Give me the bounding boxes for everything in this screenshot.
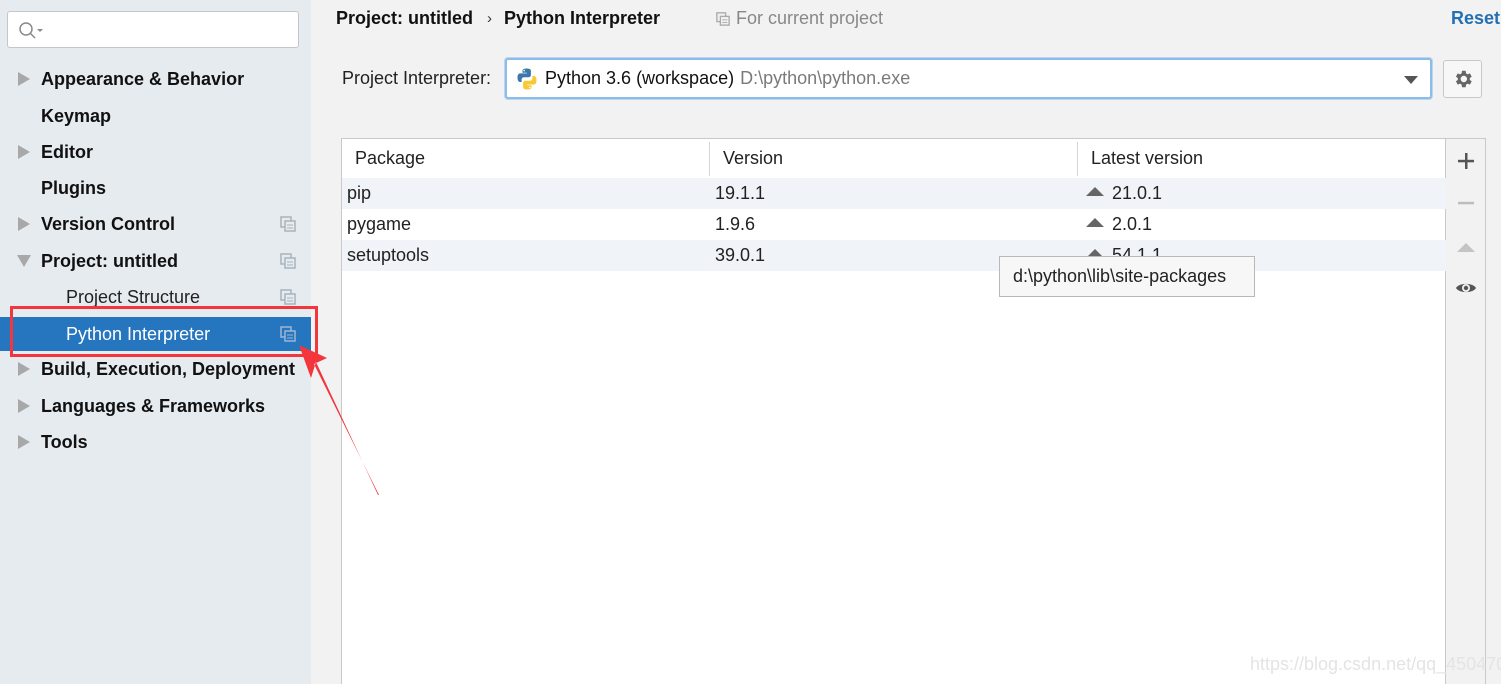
table-row[interactable]: setuptools 39.0.1 54.1.1 [342,240,1446,271]
watermark: https://blog.csdn.net/qq_45047071 [1250,654,1501,674]
project-settings-icon [280,216,296,232]
package-latest: 21.0.1 [1086,183,1162,204]
column-header-version[interactable]: Version [723,139,783,178]
add-icon [1458,153,1474,169]
gear-icon [1455,70,1472,88]
packages-toolbar [1446,138,1486,684]
sidebar-item-project-structure[interactable]: Project Structure [0,280,311,314]
sidebar-item-label: Python Interpreter [66,323,211,344]
sidebar-item-label: Keymap [41,105,112,126]
package-latest-version: 21.0.1 [1112,183,1163,203]
sidebar-item-editor[interactable]: Editor [0,135,311,169]
sidebar-item-keymap[interactable]: Keymap [0,99,311,133]
package-version: 1.9.6 [715,214,756,234]
project-settings-icon [280,289,296,305]
eye-icon [1456,283,1476,293]
column-divider[interactable] [1077,142,1078,176]
expand-arrow-icon[interactable] [17,217,31,231]
sidebar-item-python-interpreter[interactable]: Python Interpreter [0,317,311,351]
show-early-releases-button[interactable] [1454,276,1478,300]
sidebar-item-label: Version Control [41,213,176,234]
settings-sidebar: Appearance & Behavior Keymap Editor Plug… [0,0,311,684]
package-latest-version: 2.0.1 [1112,214,1153,234]
interpreter-path: D:\python\python.exe [740,68,911,88]
sidebar-item-label: Project: untitled [41,250,179,271]
sidebar-item-label: Appearance & Behavior [41,68,245,89]
scope-note: For current project [716,8,883,29]
sidebar-item-label: Project Structure [66,286,201,307]
breadcrumb-project[interactable]: Project: untitled [336,8,473,29]
package-name: setuptools [347,245,430,265]
table-row[interactable]: pygame 1.9.6 2.0.1 [342,209,1446,240]
packages-table: Package Version Latest version pip 19.1.… [341,138,1446,684]
expand-arrow-icon[interactable] [17,399,31,413]
collapse-arrow-icon[interactable] [17,254,31,268]
column-header-latest-version[interactable]: Latest version [1091,139,1203,178]
interpreter-name: Python 3.6 (workspace) [545,68,735,88]
path-tooltip: d:\python\lib\site-packages [999,256,1255,297]
interpreter-settings-button[interactable] [1443,60,1482,98]
sidebar-item-label: Languages & Frameworks [41,395,266,416]
expand-arrow-icon[interactable] [17,435,31,449]
sidebar-item-tools[interactable]: Tools [0,425,311,459]
sidebar-item-label: Build, Execution, Deployment [41,358,296,379]
remove-package-button[interactable] [1454,191,1478,215]
search-icon [19,22,43,39]
sidebar-item-plugins[interactable]: Plugins [0,171,311,205]
sidebar-item-version-control[interactable]: Version Control [0,207,311,241]
breadcrumb-current: Python Interpreter [504,8,661,28]
remove-icon [1458,201,1474,205]
sidebar-item-appearance-behavior[interactable]: Appearance & Behavior [0,62,311,96]
sidebar-item-build-execution-deployment[interactable]: Build, Execution, Deployment [0,352,311,386]
table-header: Package Version Latest version [342,139,1447,178]
sidebar-item-label: Tools [41,431,88,452]
expand-arrow-icon[interactable] [17,362,31,376]
project-settings-icon [716,11,730,26]
breadcrumb-separator: › [487,10,493,27]
breadcrumb: Project: untitled › Python Interpreter [336,8,660,29]
expand-arrow-icon[interactable] [17,72,31,86]
sidebar-item-project-untitled[interactable]: Project: untitled [0,244,311,278]
package-version: 39.0.1 [715,245,766,265]
chevron-down-icon[interactable] [1404,76,1418,84]
upgrade-available-icon [1086,218,1104,227]
project-settings-icon [280,253,296,269]
package-version: 19.1.1 [715,183,766,203]
column-divider[interactable] [709,142,710,176]
upgrade-available-icon [1086,187,1104,196]
interpreter-select[interactable]: Python 3.6 (workspace) D:\python\python.… [505,58,1432,99]
add-package-button[interactable] [1454,149,1478,173]
package-name: pygame [347,214,412,234]
tooltip-text: d:\python\lib\site-packages [1013,266,1227,286]
sidebar-item-languages-frameworks[interactable]: Languages & Frameworks [0,389,311,423]
upgrade-package-button[interactable] [1454,235,1478,259]
sidebar-item-label: Plugins [41,177,107,198]
interpreter-label: Project Interpreter: [342,68,492,88]
column-header-package[interactable]: Package [355,139,425,178]
project-settings-icon [280,326,296,342]
upgrade-icon [1457,243,1475,252]
table-row[interactable]: pip 19.1.1 21.0.1 [342,178,1446,209]
package-latest: 2.0.1 [1086,214,1152,235]
expand-arrow-icon[interactable] [17,145,31,159]
settings-search-input[interactable] [7,11,299,48]
reset-link[interactable]: Reset [1451,8,1500,29]
python-icon [517,68,537,89]
sidebar-item-label: Editor [41,141,93,162]
scope-note-text: For current project [736,8,884,28]
package-name: pip [347,183,372,203]
